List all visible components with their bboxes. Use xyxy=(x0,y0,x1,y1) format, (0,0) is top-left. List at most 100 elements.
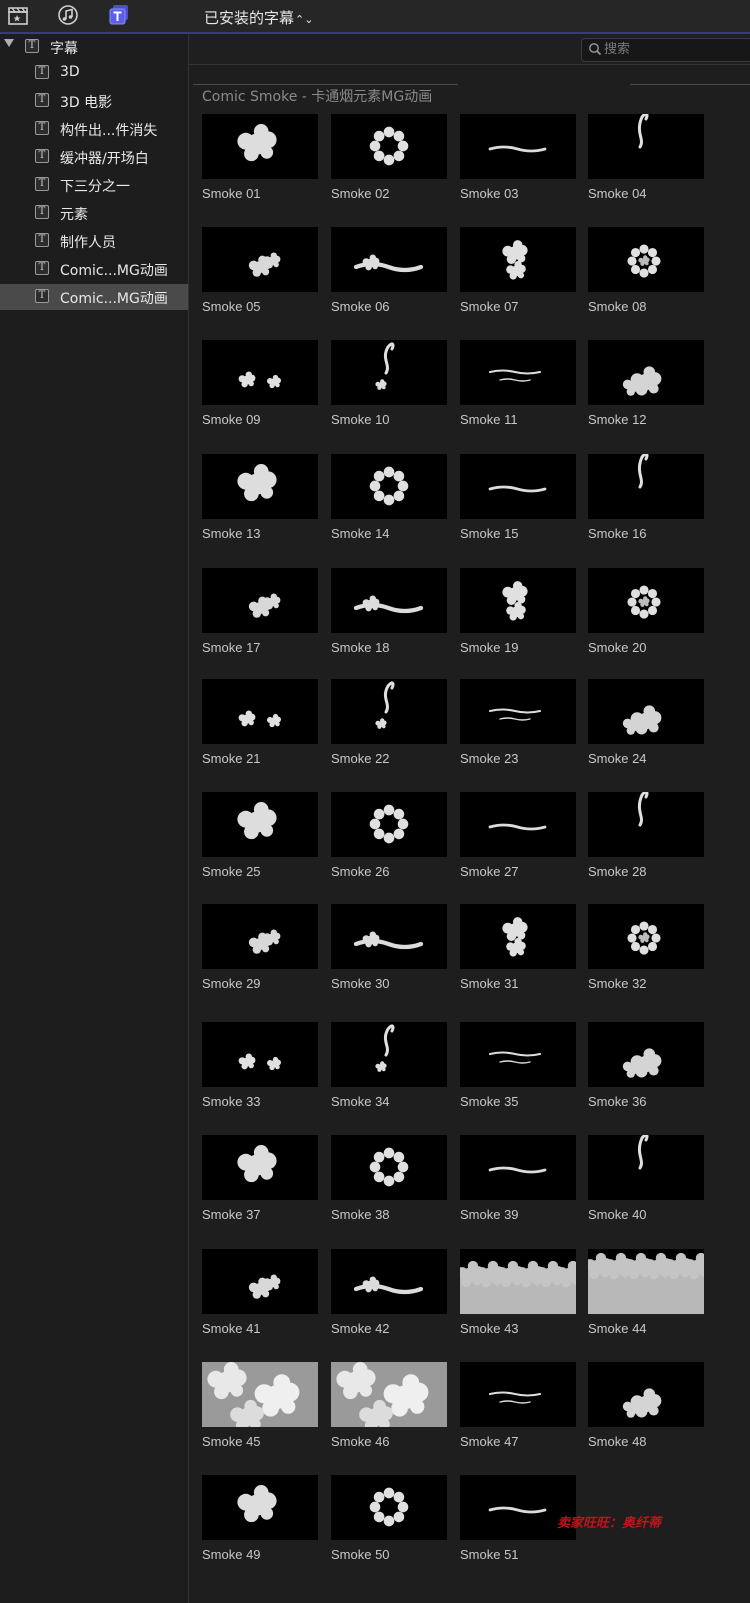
title-thumbnail[interactable] xyxy=(460,1022,576,1087)
title-tile[interactable]: Smoke 28 xyxy=(588,792,704,892)
title-thumbnail[interactable] xyxy=(331,1362,447,1427)
title-thumbnail[interactable] xyxy=(588,1362,704,1427)
sidebar-item[interactable]: T 缓冲器/开场白 xyxy=(0,144,188,170)
title-thumbnail[interactable] xyxy=(202,568,318,633)
title-tile[interactable]: Smoke 38 xyxy=(331,1135,447,1235)
title-thumbnail[interactable] xyxy=(331,114,447,179)
title-thumbnail[interactable] xyxy=(331,454,447,519)
title-thumbnail[interactable] xyxy=(331,1475,447,1540)
title-tile[interactable]: Smoke 27 xyxy=(460,792,576,892)
title-thumbnail[interactable] xyxy=(202,454,318,519)
sidebar-item[interactable]: T 下三分之一 xyxy=(0,172,188,198)
title-thumbnail[interactable] xyxy=(460,114,576,179)
search-field[interactable] xyxy=(581,38,750,62)
title-thumbnail[interactable] xyxy=(460,1362,576,1427)
title-tile[interactable]: Smoke 06 xyxy=(331,227,447,327)
title-tile[interactable]: Smoke 02 xyxy=(331,114,447,214)
title-thumbnail[interactable] xyxy=(588,227,704,292)
sidebar-item[interactable]: T Comic...MG动画 xyxy=(0,256,188,282)
title-tile[interactable]: Smoke 05 xyxy=(202,227,318,327)
sidebar-item[interactable]: T 元素 xyxy=(0,200,188,226)
title-thumbnail[interactable] xyxy=(588,1135,704,1200)
title-tile[interactable]: Smoke 41 xyxy=(202,1249,318,1349)
title-thumbnail[interactable] xyxy=(202,1135,318,1200)
title-tile[interactable]: Smoke 43 xyxy=(460,1249,576,1349)
title-thumbnail[interactable] xyxy=(588,114,704,179)
title-tile[interactable]: Smoke 19 xyxy=(460,568,576,668)
title-thumbnail[interactable] xyxy=(460,904,576,969)
title-tile[interactable]: Smoke 39 xyxy=(460,1135,576,1235)
title-tile[interactable]: Smoke 21 xyxy=(202,679,318,779)
search-input[interactable] xyxy=(604,41,744,57)
title-thumbnail[interactable] xyxy=(460,340,576,405)
title-tile[interactable]: Smoke 16 xyxy=(588,454,704,554)
title-thumbnail[interactable] xyxy=(331,568,447,633)
title-tile[interactable]: Smoke 07 xyxy=(460,227,576,327)
title-tile[interactable]: Smoke 31 xyxy=(460,904,576,1004)
title-thumbnail[interactable] xyxy=(460,568,576,633)
title-thumbnail[interactable] xyxy=(588,1249,704,1314)
title-tile[interactable]: Smoke 24 xyxy=(588,679,704,779)
title-tile[interactable]: Smoke 47 xyxy=(460,1362,576,1462)
title-thumbnail[interactable] xyxy=(202,1249,318,1314)
title-thumbnail[interactable] xyxy=(331,792,447,857)
title-thumbnail[interactable] xyxy=(331,904,447,969)
title-tile[interactable]: Smoke 25 xyxy=(202,792,318,892)
title-tile[interactable]: Smoke 45 xyxy=(202,1362,318,1462)
title-thumbnail[interactable] xyxy=(331,1135,447,1200)
title-thumbnail[interactable] xyxy=(202,904,318,969)
title-thumbnail[interactable] xyxy=(202,1022,318,1087)
title-thumbnail[interactable] xyxy=(588,568,704,633)
title-tile[interactable]: Smoke 50 xyxy=(331,1475,447,1575)
title-tile[interactable]: Smoke 29 xyxy=(202,904,318,1004)
title-thumbnail[interactable] xyxy=(202,1362,318,1427)
title-tile[interactable]: Smoke 15 xyxy=(460,454,576,554)
title-thumbnail[interactable] xyxy=(588,454,704,519)
title-tile[interactable]: Smoke 49 xyxy=(202,1475,318,1575)
title-thumbnail[interactable] xyxy=(588,340,704,405)
title-thumbnail[interactable] xyxy=(588,904,704,969)
title-tile[interactable]: Smoke 26 xyxy=(331,792,447,892)
title-tile[interactable]: Smoke 34 xyxy=(331,1022,447,1122)
sidebar-item[interactable]: T 3D xyxy=(0,60,188,86)
title-tile[interactable]: Smoke 46 xyxy=(331,1362,447,1462)
title-tile[interactable]: Smoke 33 xyxy=(202,1022,318,1122)
sidebar-item-root[interactable]: T 字幕 xyxy=(0,34,188,60)
title-tile[interactable]: Smoke 14 xyxy=(331,454,447,554)
title-thumbnail[interactable] xyxy=(588,792,704,857)
title-thumbnail[interactable] xyxy=(202,679,318,744)
title-tile[interactable]: Smoke 42 xyxy=(331,1249,447,1349)
title-thumbnail[interactable] xyxy=(331,340,447,405)
title-tile[interactable]: Smoke 01 xyxy=(202,114,318,214)
title-tile[interactable]: Smoke 40 xyxy=(588,1135,704,1235)
title-tile[interactable]: Smoke 23 xyxy=(460,679,576,779)
title-tile[interactable]: Smoke 10 xyxy=(331,340,447,440)
title-thumbnail[interactable] xyxy=(460,227,576,292)
clapper-icon[interactable] xyxy=(6,3,30,27)
title-thumbnail[interactable] xyxy=(460,1135,576,1200)
title-thumbnail[interactable] xyxy=(331,679,447,744)
title-tile[interactable]: Smoke 12 xyxy=(588,340,704,440)
title-tile[interactable]: Smoke 17 xyxy=(202,568,318,668)
browser-category-selector[interactable]: 已安装的字幕⌃⌄ xyxy=(204,7,313,28)
sidebar-item[interactable]: T Comic...MG动画 xyxy=(0,284,188,310)
title-tile[interactable]: Smoke 18 xyxy=(331,568,447,668)
title-thumbnail[interactable] xyxy=(460,679,576,744)
sidebar-item[interactable]: T 制作人员 xyxy=(0,228,188,254)
title-thumbnail[interactable] xyxy=(460,792,576,857)
title-tile[interactable]: Smoke 20 xyxy=(588,568,704,668)
title-thumbnail[interactable] xyxy=(588,1022,704,1087)
title-tile[interactable]: Smoke 32 xyxy=(588,904,704,1004)
title-tile[interactable]: Smoke 13 xyxy=(202,454,318,554)
title-thumbnail[interactable] xyxy=(460,454,576,519)
title-thumbnail[interactable] xyxy=(202,1475,318,1540)
disclosure-triangle-icon[interactable] xyxy=(4,39,14,47)
title-thumbnail[interactable] xyxy=(202,114,318,179)
title-tile[interactable]: Smoke 35 xyxy=(460,1022,576,1122)
title-tile[interactable]: Smoke 11 xyxy=(460,340,576,440)
title-thumbnail[interactable] xyxy=(202,340,318,405)
title-thumbnail[interactable] xyxy=(202,227,318,292)
title-thumbnail[interactable] xyxy=(331,227,447,292)
title-tile[interactable]: Smoke 36 xyxy=(588,1022,704,1122)
title-thumbnail[interactable] xyxy=(460,1249,576,1314)
